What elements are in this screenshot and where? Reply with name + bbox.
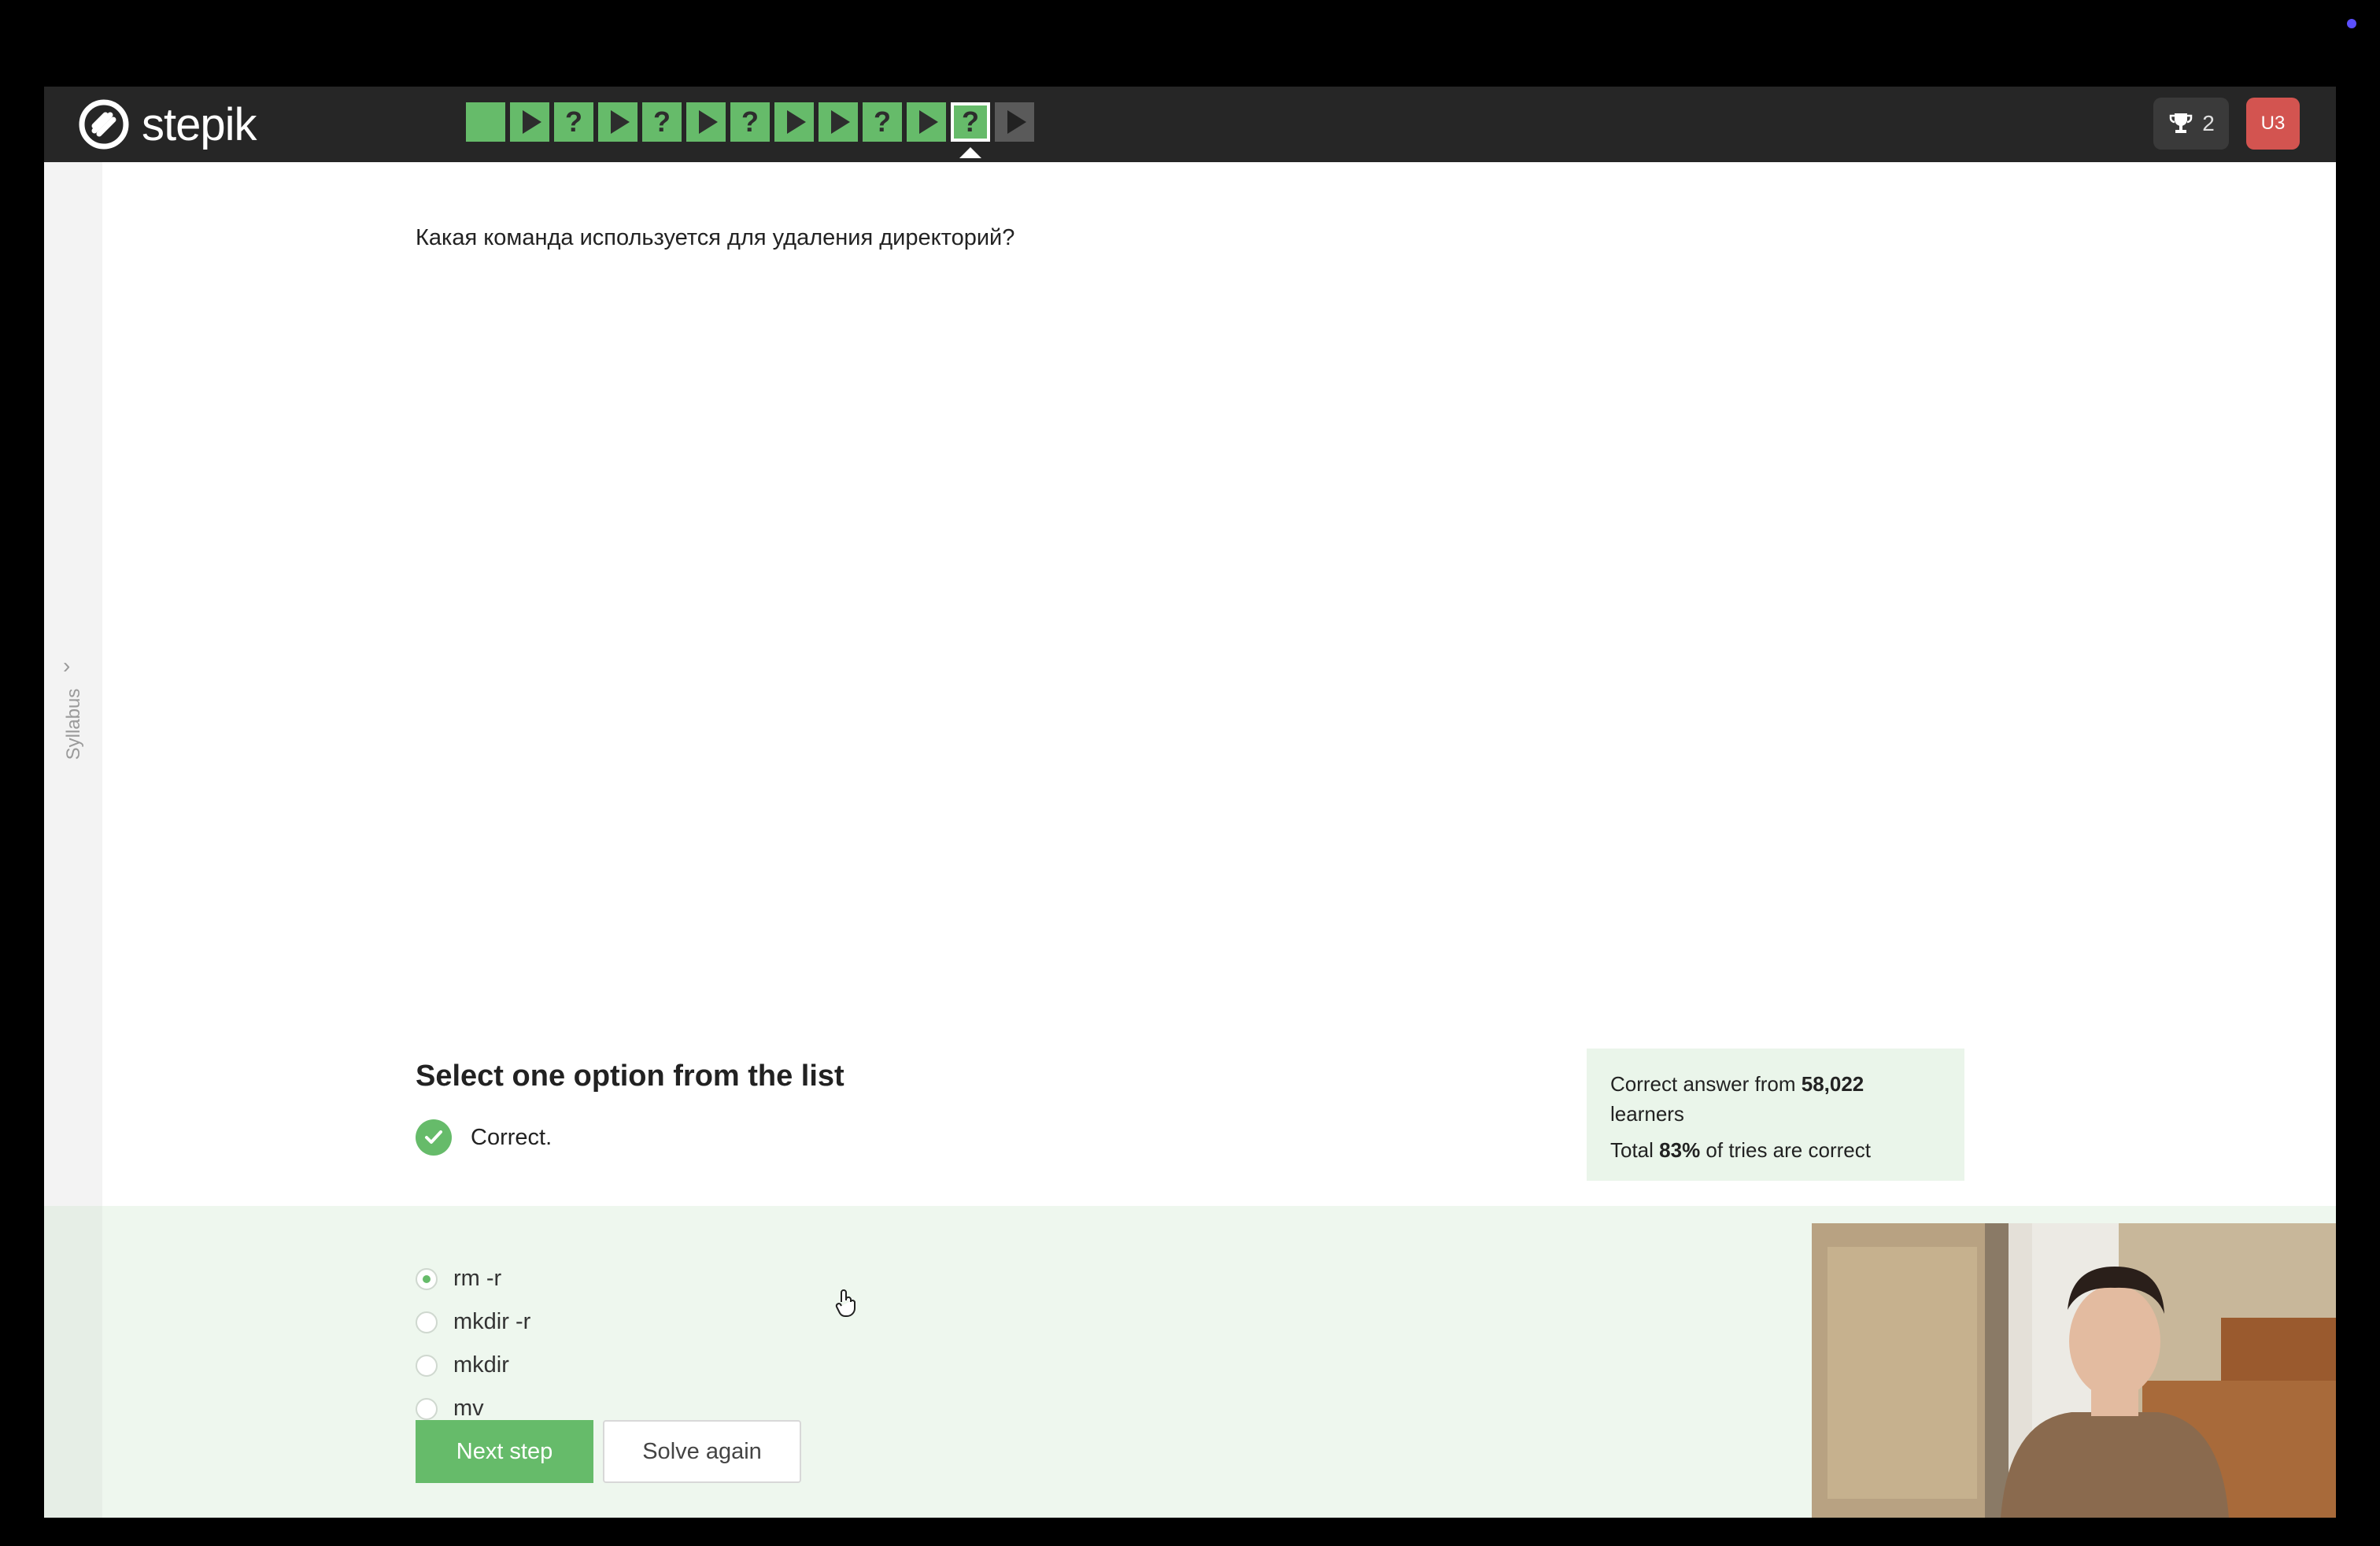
trophy-icon — [2169, 113, 2193, 133]
play-icon — [787, 110, 806, 134]
top-navigation-bar: stepik ? ? ? ? ? 2 U3 — [44, 87, 2336, 162]
logo-text: stepik — [142, 98, 257, 150]
trophy-count: 2 — [2202, 111, 2215, 135]
correct-percent: 83% — [1659, 1138, 1701, 1162]
play-icon — [919, 110, 938, 134]
stepik-logo-icon — [79, 99, 129, 150]
webcam-image — [1812, 1223, 2336, 1518]
play-icon — [523, 110, 541, 134]
total-prefix: Total — [1610, 1138, 1660, 1162]
question-icon: ? — [653, 105, 671, 138]
step-video-pending[interactable] — [995, 102, 1034, 142]
option-mkdir[interactable]: mkdir — [416, 1352, 509, 1378]
play-icon — [1007, 110, 1026, 134]
check-icon — [416, 1119, 452, 1156]
step-quiz[interactable]: ? — [863, 102, 902, 142]
option-mkdir-r[interactable]: mkdir -r — [416, 1309, 530, 1335]
option-rm-r[interactable]: rm -r — [416, 1266, 501, 1292]
question-icon: ? — [741, 105, 759, 138]
step-video[interactable] — [774, 102, 814, 142]
hand-cursor-icon — [835, 1289, 856, 1318]
radio-button[interactable] — [416, 1354, 438, 1377]
lesson-steps: ? ? ? ? ? — [466, 102, 1034, 158]
quiz-stats-panel: Correct answer from 58,022 learners Tota… — [1587, 1049, 1964, 1181]
quiz-title: Select one option from the list — [416, 1060, 844, 1093]
learners-suffix: learners — [1610, 1102, 1684, 1126]
step-video[interactable] — [686, 102, 726, 142]
radio-button[interactable] — [416, 1311, 438, 1333]
option-mv[interactable]: mv — [416, 1396, 484, 1422]
syllabus-label[interactable]: Syllabus — [63, 689, 85, 760]
play-icon — [831, 110, 850, 134]
question-text: Какая команда используется для удаления … — [416, 225, 1015, 250]
stepik-window: stepik ? ? ? ? ? 2 U3 › Syllabus Какая к… — [44, 87, 2336, 1518]
option-label: mkdir -r — [453, 1309, 531, 1334]
option-label: rm -r — [453, 1266, 502, 1291]
step-quiz[interactable]: ? — [730, 102, 770, 142]
play-icon — [699, 110, 718, 134]
step-video[interactable] — [510, 102, 549, 142]
question-icon: ? — [874, 105, 891, 138]
solve-again-button[interactable]: Solve again — [603, 1420, 801, 1483]
tries-stat: Total 83% of tries are correct — [1610, 1135, 1941, 1165]
learners-stat: Correct answer from 58,022 learners — [1610, 1069, 1941, 1129]
step-quiz[interactable]: ? — [554, 102, 593, 142]
status-text: Correct. — [471, 1124, 552, 1150]
achievements-button[interactable]: 2 — [2153, 98, 2229, 150]
answers-sidebar-strip — [44, 1206, 102, 1518]
learners-count: 58,022 — [1801, 1072, 1864, 1096]
stat-prefix: Correct answer from — [1610, 1072, 1802, 1096]
total-suffix: of tries are correct — [1700, 1138, 1871, 1162]
question-icon: ? — [565, 105, 582, 138]
chevron-right-icon[interactable]: › — [63, 653, 70, 679]
recording-indicator — [2347, 19, 2356, 28]
play-icon — [611, 110, 630, 134]
step-video[interactable] — [907, 102, 946, 142]
step-text[interactable] — [466, 102, 505, 142]
question-icon: ? — [962, 105, 979, 138]
step-quiz-current[interactable]: ? — [951, 102, 990, 158]
step-video[interactable] — [598, 102, 638, 142]
option-label: mv — [453, 1396, 484, 1421]
step-video[interactable] — [819, 102, 858, 142]
user-avatar[interactable]: U3 — [2246, 98, 2300, 150]
stepik-logo[interactable]: stepik — [79, 99, 257, 150]
step-quiz[interactable]: ? — [642, 102, 682, 142]
webcam-overlay — [1812, 1223, 2336, 1518]
next-step-button[interactable]: Next step — [416, 1420, 593, 1483]
result-status: Correct. — [416, 1119, 552, 1156]
radio-button[interactable] — [416, 1267, 438, 1290]
radio-button[interactable] — [416, 1397, 438, 1420]
option-label: mkdir — [453, 1352, 509, 1378]
